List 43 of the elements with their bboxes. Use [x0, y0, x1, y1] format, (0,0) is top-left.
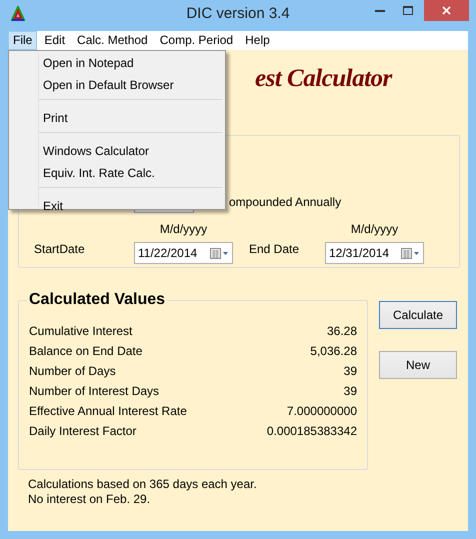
action-button[interactable]: Calculate [379, 301, 457, 329]
date-label: StartDate [33, 241, 86, 258]
menu-option[interactable]: Exit [9, 195, 225, 217]
value-label: Daily Interest Factor [29, 423, 136, 440]
app-icon [11, 6, 25, 22]
date-picker[interactable]: 11/22/2014 [134, 242, 233, 264]
maximize-icon [403, 6, 413, 15]
value-label: Number of Days [29, 363, 116, 380]
menu-option[interactable]: Windows Calculator [9, 140, 225, 162]
menu-item[interactable]: Comp. Period [154, 31, 238, 50]
compounding-label: ompounded Annually [229, 194, 342, 210]
value-text: 39 [344, 383, 357, 400]
value-text: 7.000000000 [286, 403, 357, 420]
menu-option[interactable]: Equiv. Int. Rate Calc. [9, 162, 225, 184]
app-heading: est Calculator [255, 65, 392, 92]
calendar-icon[interactable] [210, 246, 229, 260]
note-text: Calculations based on 365 days each year. [28, 477, 258, 492]
value-text: 5,036.28 [310, 343, 357, 360]
menu-item[interactable]: Help [240, 31, 275, 50]
value-text: 0.000185383342 [266, 423, 357, 440]
window-title: DIC version 3.4 [186, 5, 290, 23]
note-text: No interest on Feb. 29. [28, 492, 152, 507]
date-format-label: M/d/yyyy [160, 222, 208, 236]
minimize-icon [375, 9, 385, 12]
date-label: End Date [249, 241, 300, 258]
close-button[interactable] [424, 0, 469, 21]
menu-option[interactable]: Print [9, 107, 225, 129]
value-label: Effective Annual Interest Rate [29, 403, 187, 420]
date-picker[interactable]: 12/31/2014 [325, 242, 424, 264]
value-text: 36.28 [326, 323, 357, 340]
value-text: 39 [344, 363, 357, 380]
menu-item[interactable]: File [8, 31, 38, 50]
calendar-icon[interactable] [401, 246, 420, 260]
action-button[interactable]: New [379, 351, 457, 379]
value-label: Number of Interest Days [29, 383, 160, 400]
value-label: Balance on End Date [29, 343, 142, 360]
menu-option[interactable]: Open in Default Browser [9, 74, 225, 96]
value-label: Cumulative Interest [29, 323, 132, 340]
menu-option[interactable]: Open in Notepad [9, 52, 225, 74]
menu-item[interactable]: Calc. Method [72, 31, 153, 50]
close-icon [442, 6, 451, 15]
date-format-label: M/d/yyyy [350, 222, 398, 236]
menu-item[interactable]: Edit [39, 31, 70, 50]
